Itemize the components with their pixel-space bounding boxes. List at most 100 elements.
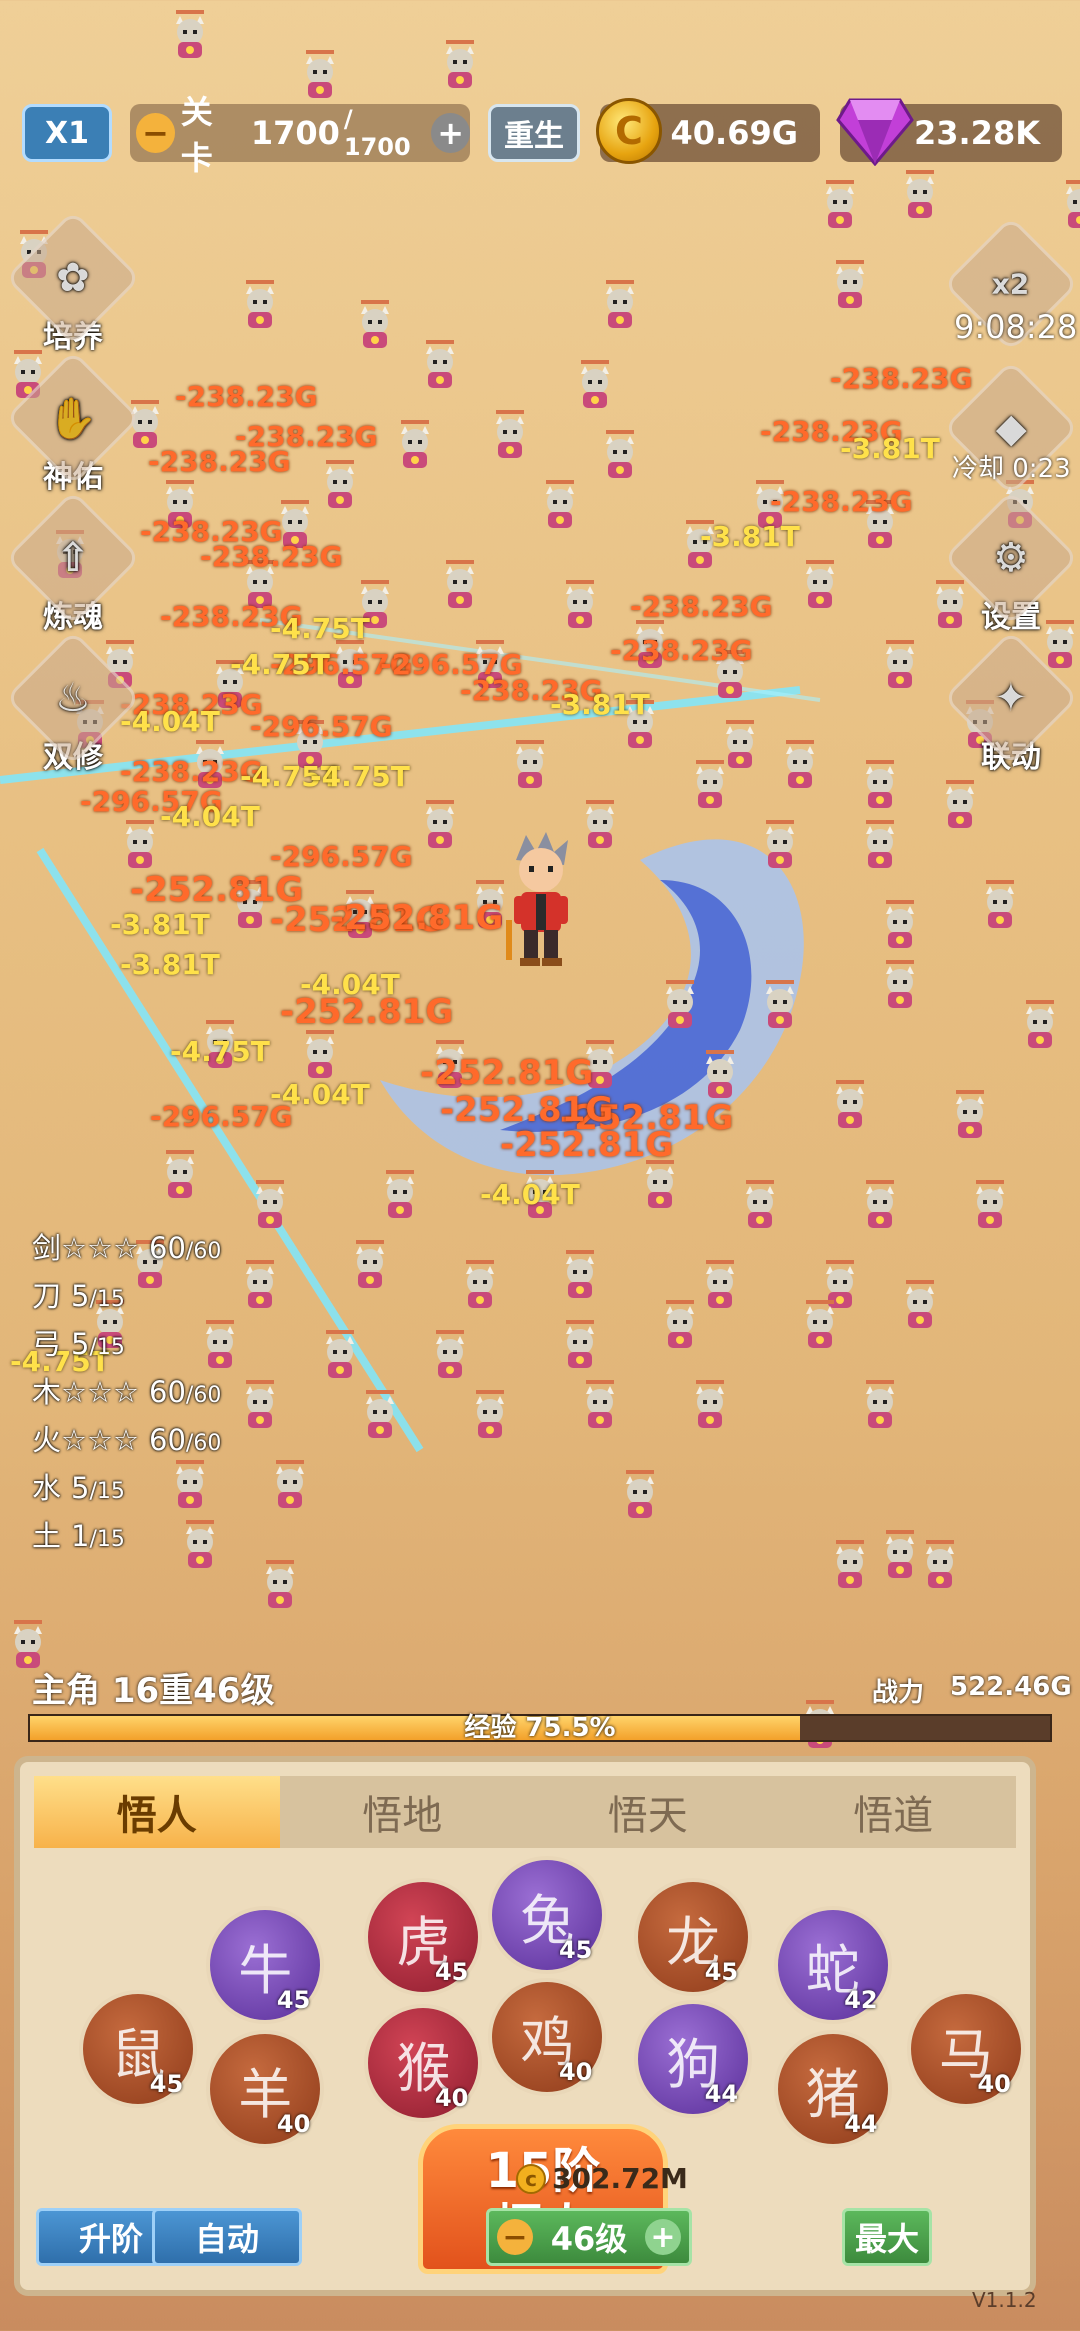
level-stepper: − 46级 + xyxy=(486,2208,692,2266)
enemy-minion xyxy=(886,960,914,1008)
damage-number: -252.81G xyxy=(330,898,504,938)
enemy-minion xyxy=(606,430,634,478)
gem-icon xyxy=(836,98,914,166)
goat-icon[interactable]: 羊 40 xyxy=(206,2030,325,2148)
link-icon: ✦ xyxy=(943,630,1079,766)
enemy-minion xyxy=(176,10,204,58)
zodiac-level: 44 xyxy=(704,2080,739,2108)
horse-icon[interactable]: 马 40 xyxy=(906,1990,1025,2108)
panel-tabs: 悟人 悟地 悟天 悟道 xyxy=(34,1776,1016,1848)
tiger-icon[interactable]: 虎 45 xyxy=(364,1878,483,1996)
stat-name: 刀 xyxy=(32,1279,62,1313)
stage-max: / 1700 xyxy=(343,105,411,161)
rabbit-icon[interactable]: 兔 45 xyxy=(488,1856,607,1974)
stat-rank: ☆☆☆ xyxy=(61,1375,140,1409)
enemy-minion xyxy=(446,40,474,88)
stat-name: 火 xyxy=(32,1423,62,1457)
hero-character xyxy=(506,832,568,966)
enemy-minion xyxy=(546,480,574,528)
stat-row: 刀 5/15 xyxy=(32,1274,221,1322)
level-plus-button[interactable]: + xyxy=(644,2219,681,2255)
crit-damage-number: -3.81T xyxy=(110,908,210,941)
max-level-button[interactable]: 最大 xyxy=(842,2208,932,2266)
zodiac-level: 40 xyxy=(276,2110,311,2138)
enemy-minion xyxy=(986,880,1014,928)
stage-minus-button[interactable]: − xyxy=(136,113,175,153)
enemy-minion xyxy=(766,820,794,868)
enemy-minion xyxy=(886,900,914,948)
enemy-minion xyxy=(436,1330,464,1378)
snake-icon[interactable]: 蛇 42 xyxy=(773,1906,892,2024)
enemy-minion xyxy=(746,1180,774,1228)
damage-number: -296.57G xyxy=(250,710,393,743)
cultivate-button[interactable]: ✿ 培养 xyxy=(5,210,141,356)
damage-number: -238.23G xyxy=(200,540,343,573)
enemy-minion xyxy=(906,1280,934,1328)
enemy-minion xyxy=(516,740,544,788)
stage-plus-button[interactable]: + xyxy=(431,113,470,153)
crit-damage-number: -4.75T xyxy=(310,760,410,793)
stat-name: 土 xyxy=(32,1519,62,1553)
rebirth-button[interactable]: 重生 xyxy=(488,104,580,162)
stat-current: 60 xyxy=(149,1375,186,1409)
enemy-minion xyxy=(706,1050,734,1098)
enemy-minion xyxy=(1026,1000,1054,1048)
stat-row: 弓 5/15 xyxy=(32,1322,221,1370)
dog-icon[interactable]: 狗 44 xyxy=(634,2000,753,2118)
rooster-icon[interactable]: 鸡 40 xyxy=(488,1978,607,2096)
double-reward-button[interactable]: x2 xyxy=(943,216,1079,352)
enemy-minion xyxy=(246,280,274,328)
refine-soul-button[interactable]: ⇧ 炼魂 xyxy=(5,490,141,636)
enemy-minion xyxy=(826,180,854,228)
enemy-minion xyxy=(696,1380,724,1428)
level-minus-button[interactable]: − xyxy=(497,2219,533,2255)
crit-damage-number: -3.81T xyxy=(840,432,940,465)
tab-enlighten-earth[interactable]: 悟地 xyxy=(280,1776,526,1848)
enemy-minion xyxy=(466,1260,494,1308)
tab-enlighten-dao[interactable]: 悟道 xyxy=(771,1776,1017,1848)
link-button[interactable]: ✦ 联动 xyxy=(943,630,1079,776)
settings-button[interactable]: ⚙ 设置 xyxy=(943,490,1079,636)
speed-button[interactable]: X1 xyxy=(22,104,112,162)
enemy-minion xyxy=(166,1150,194,1198)
stat-max: /60 xyxy=(185,1239,222,1264)
boost-timer: 9:08:28 xyxy=(954,308,1078,346)
tab-enlighten-heaven[interactable]: 悟天 xyxy=(525,1776,771,1848)
enemy-minion xyxy=(886,1530,914,1578)
enemy-minion xyxy=(956,1090,984,1138)
monkey-icon[interactable]: 猴 40 xyxy=(364,2004,483,2122)
damage-number: -252.81G xyxy=(500,1125,674,1165)
ox-icon[interactable]: 牛 45 xyxy=(206,1906,325,2024)
cultivate-icon: ✿ xyxy=(5,210,141,346)
enemy-minion xyxy=(866,1180,894,1228)
exp-bar: 经验 75.5% xyxy=(28,1714,1052,1742)
tab-enlighten-human[interactable]: 悟人 xyxy=(34,1776,280,1848)
enemy-minion xyxy=(586,800,614,848)
dual-cultivation-button[interactable]: ♨ 双修 xyxy=(5,630,141,776)
stat-current: 60 xyxy=(149,1423,186,1457)
enemy-minion xyxy=(496,410,524,458)
enemy-minion xyxy=(786,740,814,788)
pig-icon[interactable]: 猪 44 xyxy=(773,2030,892,2148)
rat-icon[interactable]: 鼠 45 xyxy=(79,1990,198,2108)
enemy-minion xyxy=(306,1030,334,1078)
dragon-icon[interactable]: 龙 45 xyxy=(634,1878,753,1996)
enemy-minion xyxy=(566,1250,594,1298)
enemy-minion xyxy=(401,420,429,468)
stat-rank: ☆☆☆ xyxy=(61,1423,140,1457)
weapon-element-stats: 剑☆☆☆ 60/60 刀 5/15 弓 5/15 木☆☆☆ 60/60 火☆☆☆ 60/60 水 5/… xyxy=(32,1226,221,1562)
stat-name: 剑 xyxy=(32,1231,62,1265)
blessing-button[interactable]: ✋ 神佑 xyxy=(5,350,141,496)
upgrade-cost: c 302.72M xyxy=(516,2162,688,2195)
stage-label: 关卡 xyxy=(180,93,213,177)
damage-number: -252.81G xyxy=(420,1053,594,1093)
stat-max: /15 xyxy=(89,1287,125,1312)
enemy-minion xyxy=(606,280,634,328)
stat-row: 剑☆☆☆ 60/60 xyxy=(32,1226,221,1274)
enemy-minion xyxy=(766,980,794,1028)
crit-damage-number: -4.75T xyxy=(270,612,370,645)
auto-button[interactable]: 自动 xyxy=(152,2208,302,2266)
power-label: 战力 xyxy=(872,1678,925,1708)
enemy-minion xyxy=(906,170,934,218)
enemy-minion xyxy=(836,260,864,308)
